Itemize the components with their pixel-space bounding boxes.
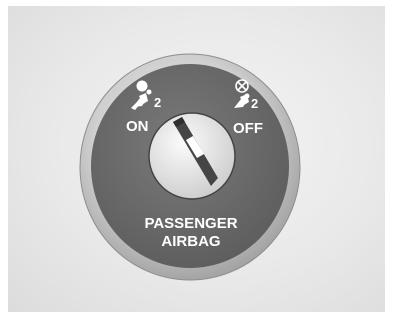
airbag-switch-photo: 2 2 ON OFF PASSENGER AIRBAG bbox=[79, 53, 301, 281]
key-slot bbox=[148, 112, 236, 200]
seat-number-on: 2 bbox=[154, 95, 161, 110]
caption-airbag: AIRBAG bbox=[161, 233, 220, 250]
on-label: ON bbox=[126, 118, 149, 135]
seat-number-off: 2 bbox=[251, 96, 258, 111]
off-label: OFF bbox=[233, 120, 263, 137]
caption-passenger: PASSENGER bbox=[144, 215, 237, 232]
